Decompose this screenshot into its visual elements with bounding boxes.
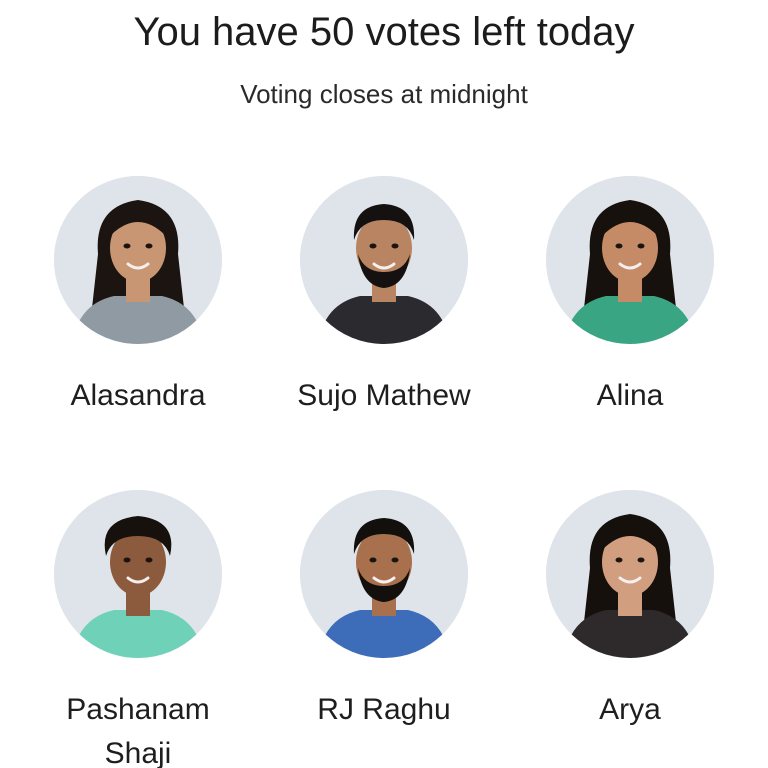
contestant-name: Alina <box>596 379 664 412</box>
contestant-name: Arya <box>599 693 661 726</box>
contestant-avatar[interactable] <box>54 176 222 344</box>
contestant-name: Sujo Mathew <box>297 379 471 412</box>
voting-deadline-text: Voting closes at midnight <box>240 79 528 109</box>
contestant-avatar[interactable] <box>300 490 468 658</box>
contestant-avatar[interactable] <box>300 176 468 344</box>
contestant-name: RJ Raghu <box>317 693 451 726</box>
contestant-avatar[interactable] <box>54 490 222 658</box>
contestant-card-rj-raghu[interactable]: RJ Raghu <box>256 490 512 732</box>
portrait-image <box>54 176 222 344</box>
contestant-card-pashanam-shaji[interactable]: Pashanam Shaji <box>10 490 266 768</box>
portrait-image <box>546 490 714 658</box>
contestant-card-arya[interactable]: Arya <box>502 490 758 732</box>
portrait-image <box>300 176 468 344</box>
contestant-card-sujo-mathew[interactable]: Sujo Mathew <box>256 176 512 418</box>
contestant-avatar[interactable] <box>546 176 714 344</box>
contestant-avatar[interactable] <box>546 490 714 658</box>
voting-page: You have 50 votes left today Voting clos… <box>0 0 768 768</box>
portrait-image <box>546 176 714 344</box>
portrait-image <box>54 490 222 658</box>
contestant-name: Pashanam Shaji <box>66 693 210 768</box>
contestant-grid: Alasandra Sujo Mathew Alina Pashanam Sha… <box>0 176 768 768</box>
votes-left-heading: You have 50 votes left today <box>133 10 635 54</box>
contestant-card-alina[interactable]: Alina <box>502 176 758 418</box>
contestant-card-alasandra[interactable]: Alasandra <box>10 176 266 418</box>
contestant-name: Alasandra <box>70 379 206 412</box>
portrait-image <box>300 490 468 658</box>
